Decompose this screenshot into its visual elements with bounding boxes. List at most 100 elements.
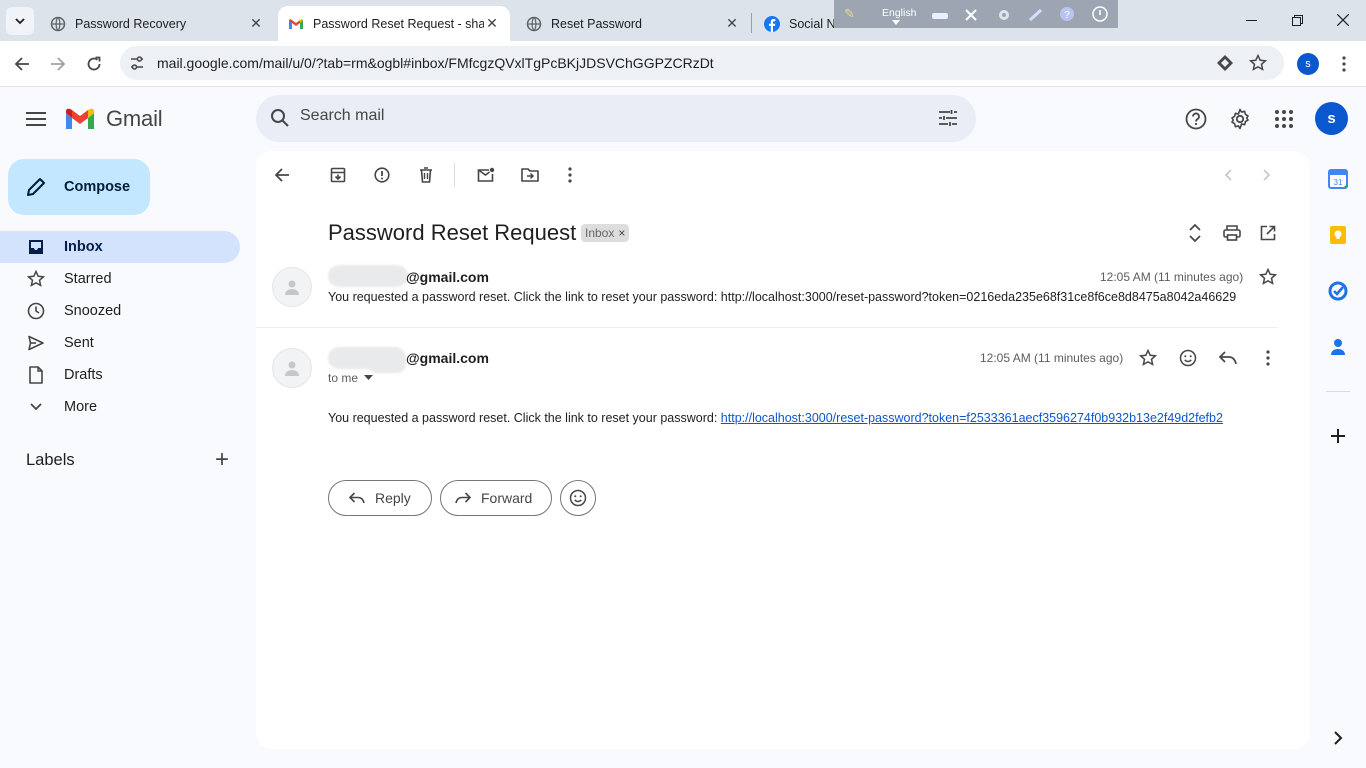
language-bar[interactable]: ✎ English ? [834, 0, 1118, 28]
help-icon[interactable]: ? [1059, 6, 1075, 22]
nav-label: Sent [64, 335, 94, 351]
tab-password-reset-request[interactable]: Password Reset Request - shaik ✕ [278, 6, 510, 41]
forward-button[interactable]: Forward [440, 480, 552, 516]
create-label-icon[interactable]: + [212, 447, 232, 473]
pen-icon[interactable] [1028, 8, 1044, 22]
address-bar[interactable]: mail.google.com/mail/u/0/?tab=rm&ogbl#in… [120, 46, 1284, 80]
open-in-new-icon [1260, 225, 1276, 241]
draft-icon [26, 365, 46, 385]
sender-avatar[interactable] [272, 348, 312, 388]
add-reaction-button[interactable] [1176, 346, 1200, 370]
nav-item-sent[interactable]: Sent [0, 327, 240, 359]
minimize-button[interactable] [1228, 0, 1274, 40]
browser-menu-button[interactable] [1328, 48, 1360, 80]
tasks-icon[interactable] [1328, 281, 1348, 301]
chevron-down-icon [15, 18, 25, 25]
search-input[interactable] [300, 107, 900, 125]
settings-button[interactable] [1220, 99, 1260, 139]
expand-all-button[interactable] [1183, 221, 1207, 245]
folder-move-icon [521, 168, 539, 182]
more-actions-button[interactable] [558, 163, 582, 187]
redacted-sender-name [328, 265, 408, 287]
nav-item-drafts[interactable]: Drafts [0, 359, 240, 391]
support-button[interactable] [1176, 99, 1216, 139]
nav-item-inbox[interactable]: Inbox [0, 231, 240, 263]
reload-button[interactable] [78, 48, 110, 80]
send-icon [26, 333, 46, 353]
tab-close-icon[interactable]: ✕ [248, 15, 264, 32]
print-icon [1223, 225, 1241, 241]
main-menu-button[interactable] [16, 99, 56, 139]
person-icon [285, 361, 299, 376]
trash-icon [420, 167, 432, 183]
compose-button[interactable]: Compose [8, 159, 150, 215]
emoji-reaction-button[interactable] [560, 480, 596, 516]
reply-icon-button[interactable] [1216, 346, 1240, 370]
message-snippet[interactable]: You requested a password reset. Click th… [328, 290, 1278, 304]
tab-reset-password[interactable]: Reset Password ✕ [514, 6, 750, 41]
search-bar[interactable] [256, 95, 976, 142]
bookmark-star-icon[interactable] [1249, 54, 1267, 72]
nav-item-snoozed[interactable]: Snoozed [0, 295, 240, 327]
tab-title: Password Reset Request - shaik [313, 16, 484, 31]
search-icon[interactable] [270, 108, 290, 128]
settings-icon[interactable] [997, 8, 1011, 22]
message-more-button[interactable] [1256, 346, 1280, 370]
keyboard-icon[interactable] [932, 10, 948, 20]
forward-icon [455, 492, 471, 504]
contacts-icon[interactable] [1328, 337, 1348, 357]
chevron-right-icon[interactable] [1328, 728, 1348, 748]
star-icon [1139, 349, 1157, 366]
star-button[interactable] [1136, 346, 1160, 370]
close-icon [1337, 14, 1349, 26]
keep-icon[interactable] [1328, 225, 1348, 245]
extension-diamond-icon[interactable] [1216, 54, 1234, 72]
info-icon[interactable] [1092, 6, 1108, 22]
sender-avatar[interactable] [272, 267, 312, 307]
message-body: You requested a password reset. Click th… [328, 411, 1223, 425]
message-divider [256, 327, 1278, 328]
report-spam-button[interactable] [370, 163, 394, 187]
star-button[interactable] [1256, 265, 1280, 289]
delete-button[interactable] [414, 163, 438, 187]
print-button[interactable] [1220, 221, 1244, 245]
hamburger-icon [26, 112, 46, 126]
search-options-icon[interactable] [938, 109, 958, 127]
redacted-sender-name [368, 355, 406, 373]
browser-toolbar: mail.google.com/mail/u/0/?tab=rm&ogbl#in… [0, 41, 1366, 87]
tab-close-icon[interactable]: ✕ [724, 15, 740, 32]
nav-item-starred[interactable]: Starred [0, 263, 240, 295]
reset-password-link[interactable]: http://localhost:3000/reset-password?tok… [721, 411, 1223, 425]
site-settings-icon[interactable] [129, 55, 145, 71]
arrow-left-icon [274, 168, 289, 182]
body-text: You requested a password reset. Click th… [328, 411, 721, 425]
tab-close-icon[interactable]: ✕ [484, 15, 500, 32]
person-icon [285, 280, 299, 295]
labels-heading: Labels [26, 451, 75, 469]
archive-icon [330, 167, 346, 183]
mark-unread-button[interactable] [474, 163, 498, 187]
tools-icon[interactable] [964, 8, 978, 22]
tab-search-button[interactable] [6, 7, 34, 35]
reply-button[interactable]: Reply [328, 480, 432, 516]
apps-button[interactable] [1264, 99, 1304, 139]
back-to-inbox-button[interactable] [270, 163, 294, 187]
browser-profile-avatar[interactable]: s [1297, 53, 1319, 75]
tab-password-recovery[interactable]: Password Recovery ✕ [38, 6, 274, 41]
add-addon-icon[interactable] [1328, 426, 1348, 446]
gmail-logo[interactable]: Gmail [64, 105, 163, 133]
forward-button[interactable] [42, 48, 74, 80]
archive-button[interactable] [326, 163, 350, 187]
older-button[interactable] [1255, 163, 1279, 187]
open-new-window-button[interactable] [1256, 221, 1280, 245]
nav-item-more[interactable]: More [0, 391, 240, 423]
back-button[interactable] [6, 48, 38, 80]
chip-close-icon[interactable]: × [618, 226, 625, 240]
recipient-details[interactable]: to me [328, 371, 374, 385]
restore-button[interactable] [1274, 0, 1320, 40]
move-to-button[interactable] [518, 163, 542, 187]
inbox-label-chip[interactable]: Inbox × [581, 224, 630, 242]
newer-button[interactable] [1216, 163, 1240, 187]
calendar-icon[interactable]: 31 [1328, 169, 1348, 189]
close-window-button[interactable] [1320, 0, 1366, 40]
